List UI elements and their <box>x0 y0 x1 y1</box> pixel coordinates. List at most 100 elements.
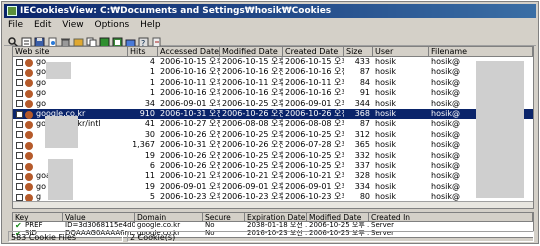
table-cell: 2006-09-01 오후 ... <box>285 98 344 108</box>
table-row[interactable]: 192006-10-26 오전 ...2006-10-25 오후 ...2006… <box>13 151 533 161</box>
save-icon[interactable] <box>34 33 45 48</box>
row-checkbox[interactable] <box>16 120 23 128</box>
row-checkbox[interactable] <box>16 193 23 201</box>
table-cell: 2006-07-28 오후 ... <box>285 140 344 150</box>
table-row[interactable]: 62006-10-26 오전 ...2006-10-25 오후 ...2006-… <box>13 161 533 171</box>
table-cell: hosik <box>375 171 396 181</box>
table-row[interactable]: goars...112006-10-21 오후 ...2006-10-21 오후… <box>13 171 533 181</box>
table-row[interactable]: 1,367 2006-10-31 오전 ...2006-10-26 오전 ...2… <box>13 140 533 150</box>
col-expiration-date[interactable]: Expiration Date <box>245 213 307 222</box>
col-accessed-date[interactable]: Accessed Date <box>158 47 220 57</box>
menu-options[interactable]: Options <box>90 19 133 31</box>
table-cell: 337 <box>354 161 370 170</box>
table-cell: 2006-10-21 오후 ... <box>222 171 283 181</box>
table-cell: 2006-09-01 오후 ... <box>222 181 283 191</box>
title-bar[interactable]: IECookiesView: C:₩Documents and Settings… <box>4 4 536 18</box>
row-checkbox[interactable] <box>16 162 23 170</box>
find-icon[interactable] <box>8 33 19 48</box>
row-checkbox[interactable] <box>16 183 23 191</box>
redacted-region <box>46 62 71 79</box>
menu-bar: File Edit View Options Help <box>4 19 536 31</box>
select-all-icon[interactable] <box>99 33 110 48</box>
redacted-region <box>45 116 78 148</box>
col-domain[interactable]: Domain <box>135 213 203 222</box>
properties-icon[interactable] <box>21 33 32 48</box>
table-cell: 34 <box>144 98 155 108</box>
row-checkbox[interactable] <box>16 152 23 160</box>
table-cell: 2006-10-21 오후 ... <box>160 171 220 181</box>
cookie-icon <box>25 110 33 119</box>
block-icon[interactable] <box>112 33 123 48</box>
col-secure[interactable]: Secure <box>203 213 245 222</box>
table-cell: 334 <box>354 181 370 191</box>
table-row[interactable]: go 34 2006-09-01 오후 ...2006-10-25 오후 ...20… <box>13 99 533 109</box>
cookie-files-list[interactable]: Web site Hits Accessed Date Modified Dat… <box>12 46 534 209</box>
col-web-site[interactable]: Web site <box>13 47 128 57</box>
table-cell: 2006-10-15 오후 ... <box>160 57 220 66</box>
table-cell: hosik <box>375 109 396 118</box>
col-created-in[interactable]: Created In <box>369 213 533 222</box>
app-window: IECookiesView: C:₩Documents and Settings… <box>1 1 539 244</box>
col-size[interactable]: Size <box>344 47 373 57</box>
table-cell: 2006-10-26 오전 ... <box>160 150 220 160</box>
exit-icon[interactable] <box>151 33 162 48</box>
menu-file[interactable]: File <box>4 19 27 31</box>
copy-icon[interactable] <box>86 33 97 48</box>
table-cell: 2006-10-16 오전 ... <box>222 67 283 77</box>
horizontal-scrollbar[interactable] <box>13 201 533 208</box>
menu-help[interactable]: Help <box>136 19 165 31</box>
col-created-date[interactable]: Created Date <box>283 47 344 57</box>
table-cell: 2006-09-01 오후 ... <box>160 181 220 191</box>
table-cell: 2006-08-08 오후 ... <box>222 119 283 129</box>
table-cell: hosik <box>375 57 396 66</box>
table-cell: 2006-10-25 오후 ... <box>222 161 283 170</box>
row-checkbox[interactable] <box>16 110 23 118</box>
table-cell: 2006-10-16 오후 ... <box>160 88 220 98</box>
table-cell: 344 <box>354 98 370 108</box>
table-cell: 2006-10-25 오후 ... <box>285 161 344 170</box>
table-row[interactable]: go192006-09-01 오후 ...2006-09-01 오후 ...20… <box>13 182 533 192</box>
table-cell: hosik <box>375 129 396 139</box>
delete-icon[interactable] <box>60 33 71 48</box>
table-cell: 312 <box>354 129 370 139</box>
table-row[interactable]: go42006-10-15 오후 ...2006-10-15 오후 ...200… <box>13 57 533 67</box>
refresh-icon[interactable] <box>73 33 84 47</box>
col-filename[interactable]: Filename <box>429 47 533 57</box>
table-cell: 2006-10-31 오전 ... <box>160 140 220 150</box>
menu-view[interactable]: View <box>58 19 87 31</box>
row-checkbox[interactable] <box>16 68 23 76</box>
table-cell: 910 <box>139 109 155 118</box>
table-row[interactable]: go12006-10-16 오후 ...2006-10-16 오후 ...200… <box>13 88 533 98</box>
menu-edit[interactable]: Edit <box>30 19 55 31</box>
window-title: IECookiesView: C:₩Documents and Settings… <box>20 6 332 16</box>
table-cell: 87 <box>359 119 370 129</box>
table-row[interactable]: go12006-10-11 오후 ...2006-10-11 오후 ...200… <box>13 78 533 88</box>
help-icon[interactable]: ? <box>138 33 149 48</box>
table-cell: go <box>36 88 46 98</box>
status-cookie-count: 2 Cookie(s) <box>127 231 534 242</box>
row-checkbox[interactable] <box>16 58 23 66</box>
table-cell: 30 <box>144 129 155 139</box>
table-row[interactable]: go12006-10-16 오전 ...2006-10-16 오전 ...200… <box>13 67 533 77</box>
col-modified-date-detail[interactable]: Modified Date <box>307 213 369 222</box>
table-cell: 84 <box>359 77 370 87</box>
row-checkbox[interactable] <box>16 89 23 97</box>
table-cell: hosik <box>375 88 396 98</box>
html-report-icon[interactable] <box>47 33 58 48</box>
detail-row[interactable]: ✔PREF ID=3d3068115e4d0d...google.co.kr No 2… <box>13 222 533 230</box>
row-checkbox[interactable] <box>16 79 23 87</box>
table-row[interactable]: 302006-10-26 오전 ...2006-10-25 오후 ...2006… <box>13 130 533 140</box>
table-row[interactable]: google.co.kr9102006-10-31 오전 ...2006-10-… <box>13 109 533 120</box>
table-cell: 2006-10-26 오전 ... <box>222 109 283 118</box>
col-value[interactable]: Value <box>63 213 135 222</box>
col-hits[interactable]: Hits <box>128 47 158 57</box>
col-user[interactable]: User <box>373 47 429 57</box>
row-checkbox[interactable] <box>16 141 23 149</box>
table-row[interactable]: google.co.kr/intl412006-10-27 오전 ...2006… <box>13 119 533 129</box>
col-modified-date[interactable]: Modified Date <box>220 47 283 57</box>
open-icon[interactable] <box>125 33 136 48</box>
row-checkbox[interactable] <box>16 100 23 108</box>
row-checkbox[interactable] <box>16 172 23 180</box>
row-checkbox[interactable] <box>16 131 23 139</box>
table-cell: 2006-10-31 오전 ... <box>160 109 220 118</box>
